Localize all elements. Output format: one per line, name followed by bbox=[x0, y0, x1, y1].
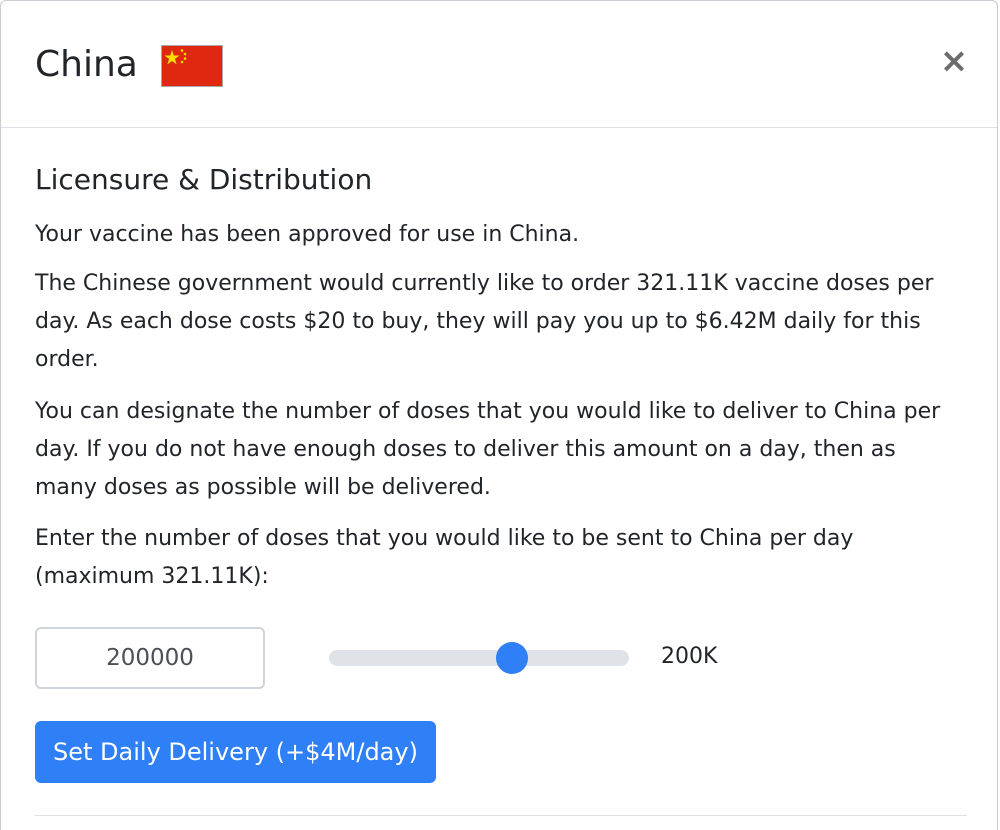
country-title: China bbox=[35, 44, 138, 85]
approval-text: Your vaccine has been approved for use i… bbox=[35, 222, 580, 247]
china-flag-icon bbox=[161, 45, 223, 87]
order-text: The Chinese government would currently l… bbox=[35, 271, 934, 372]
designate-text: You can designate the number of doses th… bbox=[35, 399, 941, 500]
enter-doses-text: Enter the number of doses that you would… bbox=[35, 526, 854, 589]
divider bbox=[35, 815, 967, 816]
country-modal: China × Licensure & Distribution Your va… bbox=[0, 0, 998, 830]
close-icon[interactable]: × bbox=[935, 41, 973, 81]
slider-thumb[interactable] bbox=[495, 642, 528, 674]
modal-header: China × bbox=[1, 1, 997, 128]
delivery-controls: 200K bbox=[35, 627, 965, 689]
section-heading: Licensure & Distribution bbox=[35, 163, 373, 196]
doses-input[interactable] bbox=[35, 627, 265, 689]
doses-slider[interactable] bbox=[329, 642, 629, 674]
slider-value-label: 200K bbox=[661, 644, 718, 669]
set-daily-delivery-button[interactable]: Set Daily Delivery (+$4M/day) bbox=[35, 721, 436, 783]
